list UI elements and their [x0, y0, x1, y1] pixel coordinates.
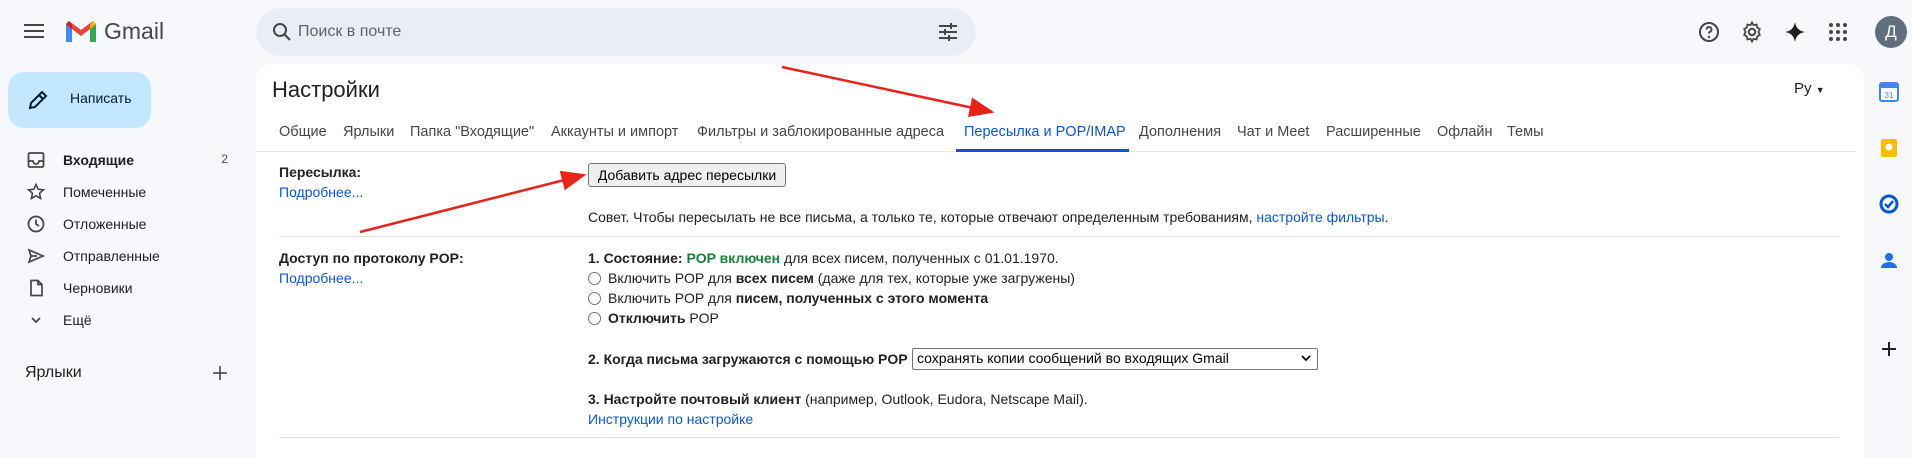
tasks-icon[interactable]	[1878, 193, 1900, 215]
pop-action-select[interactable]: сохранять копии сообщений во входящих Gm…	[912, 348, 1318, 370]
option-text: (даже для тех, которые уже загружены)	[817, 270, 1075, 286]
client-suffix-text: (например, Outlook, Eudora, Netscape Mai…	[805, 391, 1088, 407]
chevron-down-icon	[31, 317, 41, 324]
chevron-down-icon	[1301, 355, 1311, 362]
forwarding-tip-text: Совет. Чтобы пересылать не все письма, а…	[588, 209, 1253, 225]
calendar-icon[interactable]: 31	[1878, 81, 1900, 103]
tab-themes[interactable]: Темы	[1507, 124, 1544, 140]
when-label-text: 2. Когда письма загружаются с помощью PO…	[588, 351, 908, 367]
settings-tabs: Общие Ярлыки Папка "Входящие" Аккаунты и…	[256, 116, 1856, 152]
forwarding-tip: Совет. Чтобы пересылать не все письма, а…	[588, 209, 1389, 225]
apps-icon[interactable]	[1826, 20, 1850, 44]
section-divider	[279, 437, 1839, 438]
gmail-logo-icon[interactable]	[64, 18, 98, 44]
option-bold-text: всех писем	[735, 270, 814, 286]
client-label-text: 3. Настройте почтовый клиент	[588, 391, 802, 407]
pop-disable-radio[interactable]	[588, 312, 601, 325]
settings-panel: Настройки Ру ▼ Общие Ярлыки Папка "Входя…	[256, 64, 1864, 457]
tab-accounts[interactable]: Аккаунты и импорт	[551, 124, 678, 140]
sidebar-item-more[interactable]: Ещё	[16, 304, 236, 336]
avatar[interactable]: Д	[1875, 16, 1907, 48]
option-bold-text: писем, полученных с этого момента	[735, 290, 989, 306]
sidebar-item-drafts[interactable]: Черновики	[16, 272, 236, 304]
app-name: Gmail	[104, 18, 165, 44]
pop-status-value: POP включен	[686, 250, 781, 266]
search-icon[interactable]	[270, 20, 294, 44]
forwarding-tip-end: .	[1384, 209, 1389, 225]
menu-icon[interactable]	[20, 20, 48, 44]
pencil-icon	[28, 90, 48, 110]
pop-disable-label: Отключить POP	[608, 310, 719, 326]
sidebar-item-label: Отложенные	[63, 216, 147, 232]
configure-filters-link[interactable]: настройте фильтры	[1256, 209, 1384, 225]
pop-enable-all-radio[interactable]	[588, 272, 601, 285]
tab-chat-meet[interactable]: Чат и Meet	[1237, 124, 1309, 140]
inbox-icon	[27, 152, 45, 168]
pop-status-suffix: для всех писем, полученных с 01.01.1970.	[784, 250, 1059, 266]
add-forwarding-address-button[interactable]: Добавить адрес пересылки	[588, 163, 786, 187]
forwarding-label: Пересылка:	[279, 164, 362, 180]
sidebar-item-inbox[interactable]: Входящие 2	[16, 144, 236, 176]
calendar-day: 31	[1885, 91, 1894, 100]
top-bar: Gmail Д	[0, 0, 1912, 64]
tab-labels[interactable]: Ярлыки	[343, 124, 394, 140]
compose-label: Написать	[70, 90, 132, 106]
pop-enable-new-label: Включить POP для писем, полученных с это…	[608, 290, 988, 306]
sidebar-item-snoozed[interactable]: Отложенные	[16, 208, 236, 240]
tab-forwarding-pop-imap[interactable]: Пересылка и POP/IMAP	[964, 124, 1126, 140]
search-input[interactable]	[298, 16, 898, 48]
sidebar-item-starred[interactable]: Помеченные	[16, 176, 236, 208]
clock-icon	[27, 215, 45, 233]
tab-inbox[interactable]: Папка "Входящие"	[410, 124, 534, 140]
language-selector[interactable]: Ру ▼	[1794, 80, 1825, 97]
star-icon	[26, 182, 46, 201]
pop-client-label: 3. Настройте почтовый клиент (например, …	[588, 391, 1088, 407]
gemini-icon[interactable]	[1783, 20, 1807, 44]
option-text: Включить POP для	[608, 290, 732, 306]
search-bar[interactable]	[256, 8, 976, 56]
setup-instructions-link[interactable]: Инструкции по настройке	[588, 411, 753, 427]
pop-status-prefix: 1. Состояние:	[588, 250, 683, 266]
sidebar-item-label: Ещё	[63, 312, 92, 328]
option-text: Включить POP для	[608, 270, 732, 286]
pop-enable-new-radio[interactable]	[588, 292, 601, 305]
option-bold-text: Отключить	[608, 310, 686, 326]
tab-general[interactable]: Общие	[279, 124, 327, 140]
section-divider	[279, 236, 1839, 237]
option-text: POP	[689, 310, 719, 326]
draft-icon	[30, 279, 43, 297]
language-label: Ру	[1794, 80, 1812, 97]
pop-action-value: сохранять копии сообщений во входящих Gm…	[917, 350, 1229, 366]
tab-offline[interactable]: Офлайн	[1437, 124, 1493, 140]
sidebar-item-label: Отправленные	[63, 248, 160, 264]
pop-enable-all-label: Включить POP для всех писем (даже для те…	[608, 270, 1075, 286]
tab-filters[interactable]: Фильтры и заблокированные адреса	[697, 124, 944, 140]
tab-advanced[interactable]: Расширенные	[1326, 124, 1421, 140]
unread-count: 2	[221, 152, 228, 166]
page-title: Настройки	[272, 77, 380, 102]
add-label-icon[interactable]	[210, 363, 230, 383]
pop-when-label: 2. Когда письма загружаются с помощью PO…	[588, 351, 908, 367]
active-tab-indicator	[956, 149, 1129, 152]
pop-status: 1. Состояние: POP включен для всех писем…	[588, 250, 1059, 266]
forwarding-more-link[interactable]: Подробнее...	[279, 184, 363, 200]
pop-more-link[interactable]: Подробнее...	[279, 270, 363, 286]
gear-icon[interactable]	[1740, 20, 1764, 44]
help-icon[interactable]	[1697, 20, 1721, 44]
tune-icon[interactable]	[936, 20, 960, 44]
pop-access-label: Доступ по протоколу POP:	[279, 250, 464, 266]
sidebar-item-label: Черновики	[63, 280, 133, 296]
sidebar-item-label: Помеченные	[63, 184, 147, 200]
contacts-icon[interactable]	[1878, 249, 1900, 271]
compose-button[interactable]: Написать	[8, 72, 151, 128]
add-icon[interactable]	[1878, 338, 1900, 360]
keep-icon[interactable]	[1878, 137, 1900, 159]
tab-addons[interactable]: Дополнения	[1139, 124, 1221, 140]
labels-heading: Ярлыки	[25, 364, 82, 381]
sidebar-item-label: Входящие	[63, 152, 134, 168]
sidebar-item-sent[interactable]: Отправленные	[16, 240, 236, 272]
send-icon	[27, 248, 46, 264]
caret-down-icon: ▼	[1815, 85, 1825, 95]
